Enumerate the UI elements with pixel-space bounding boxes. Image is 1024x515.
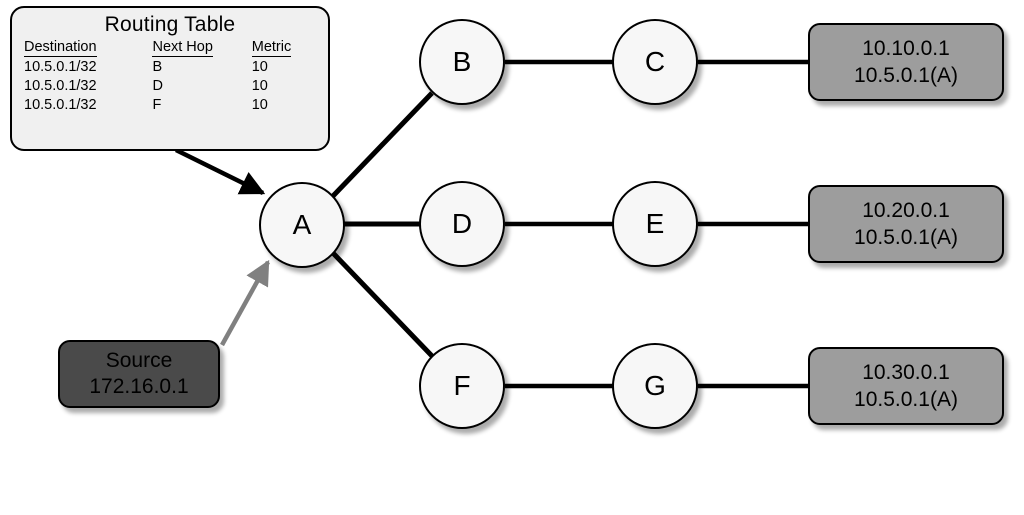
link-a-f [331,251,434,358]
destination-box-top: 10.10.0.1 10.5.0.1(A) [808,23,1004,101]
router-node-c[interactable]: C [612,19,698,105]
source-label: Source [105,349,173,372]
table-row: 10.5.0.1/32 D 10 [24,77,316,96]
router-node-label: C [644,46,666,77]
destination-box-bottom: 10.30.0.1 10.5.0.1(A) [808,347,1004,425]
cell-metric: 10 [251,97,268,113]
cell-next-hop: F [152,97,162,113]
table-row: 10.5.0.1/32 F 10 [24,96,316,115]
source-node-box: Source 172.16.0.1 [58,340,220,408]
router-node-label: B [452,46,472,77]
arrow-source-to-a [220,259,270,347]
network-diagram: Routing Table Destination Next Hop Metri… [0,0,1024,515]
table-header-row: Destination Next Hop Metric [24,38,316,58]
router-node-g[interactable]: G [612,343,698,429]
destination-anycast-address: 10.5.0.1(A) [854,226,958,249]
cell-metric: 10 [251,59,268,75]
column-header-metric: Metric [251,39,292,57]
cell-destination: 10.5.0.1/32 [24,78,97,94]
router-node-label: G [644,370,666,401]
router-node-label: D [451,208,473,239]
router-node-d[interactable]: D [419,181,505,267]
cell-destination: 10.5.0.1/32 [24,59,97,75]
destination-primary-address: 10.30.0.1 [862,361,950,384]
cell-metric: 10 [251,78,268,94]
source-address: 172.16.0.1 [89,375,189,398]
router-node-b[interactable]: B [419,19,505,105]
column-header-next-hop: Next Hop [152,39,213,57]
destination-primary-address: 10.20.0.1 [862,199,950,222]
destination-anycast-address: 10.5.0.1(A) [854,64,958,87]
column-header-destination: Destination [24,39,97,57]
cell-destination: 10.5.0.1/32 [24,97,97,113]
routing-table-grid: Destination Next Hop Metric 10.5.0.1/32 … [24,38,316,115]
destination-box-middle: 10.20.0.1 10.5.0.1(A) [808,185,1004,263]
arrow-routing-table-to-a [175,147,266,196]
table-row: 10.5.0.1/32 B 10 [24,58,316,77]
router-node-label: A [292,209,312,240]
routing-table-title: Routing Table [104,13,236,36]
router-node-f[interactable]: F [419,343,505,429]
router-node-label: E [645,208,665,239]
router-node-e[interactable]: E [612,181,698,267]
router-node-a[interactable]: A [259,182,345,268]
routing-table: Routing Table Destination Next Hop Metri… [10,6,330,151]
router-node-label: F [453,370,471,401]
cell-next-hop: D [152,78,163,94]
link-a-b [331,91,434,198]
cell-next-hop: B [152,59,163,75]
destination-anycast-address: 10.5.0.1(A) [854,388,958,411]
destination-primary-address: 10.10.0.1 [862,37,950,60]
